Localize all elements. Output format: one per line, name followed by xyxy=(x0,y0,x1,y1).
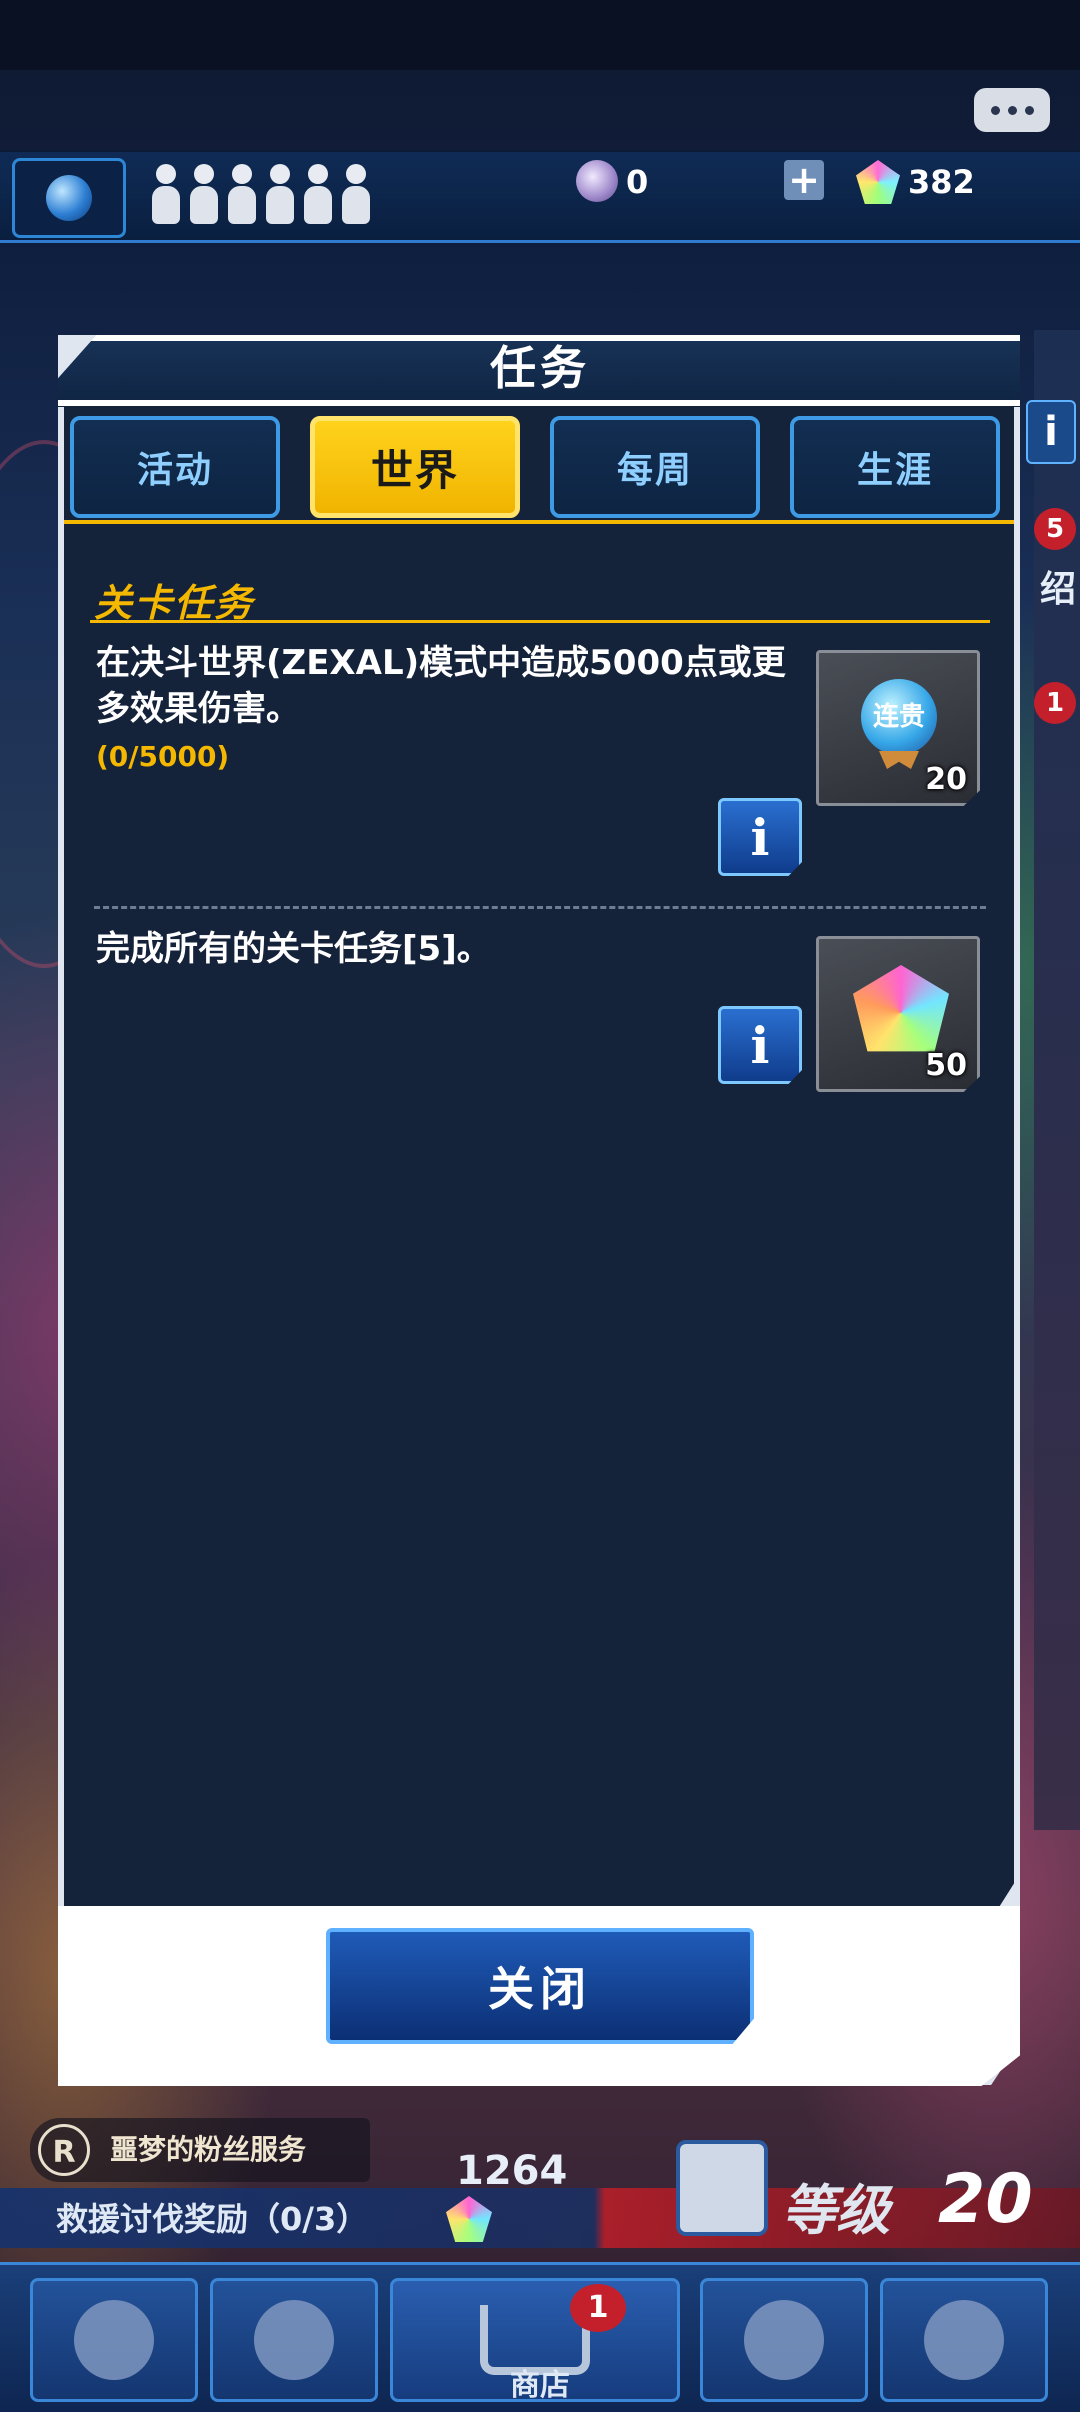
tab-career[interactable]: 生涯 xyxy=(790,416,1000,518)
nav-cards[interactable] xyxy=(700,2278,868,2402)
reward-count: 20 xyxy=(925,762,967,797)
mission-info-button[interactable]: i xyxy=(718,798,802,876)
orb-count: 0 xyxy=(626,163,649,201)
world-globe-button[interactable] xyxy=(12,158,126,238)
reward-slot[interactable]: 连贵 20 xyxy=(816,650,980,806)
nav-pvp[interactable] xyxy=(210,2278,378,2402)
scene-pillar xyxy=(1034,330,1080,1830)
chat-icon[interactable] xyxy=(974,88,1050,132)
gear-icon xyxy=(74,2300,154,2380)
level-value: 20 xyxy=(938,2160,1033,2239)
nav-guild[interactable] xyxy=(880,2278,1048,2402)
mission-separator xyxy=(94,906,986,909)
life-icon xyxy=(152,164,180,226)
life-icon xyxy=(342,164,370,226)
life-icon xyxy=(190,164,218,226)
shop-badge: 1 xyxy=(570,2284,626,2332)
dialog-divider xyxy=(58,400,1020,406)
gem-icon xyxy=(853,965,949,1052)
add-gems-button[interactable]: + xyxy=(784,160,824,200)
nav-duel[interactable] xyxy=(30,2278,198,2402)
mission-tabs: 活动 世界 每周 生涯 xyxy=(70,412,1010,522)
orb-icon xyxy=(576,160,618,202)
rescue-reward-text[interactable]: 救援讨伐奖励（0/3） xyxy=(56,2194,368,2244)
life-icon xyxy=(228,164,256,226)
mission-info-button[interactable]: i xyxy=(718,1006,802,1084)
mission-description: 完成所有的关卡任务[5]。 xyxy=(96,929,491,969)
mission-description: 在决斗世界(ZEXAL)模式中造成5000点或更多效果伤害。 xyxy=(96,643,786,729)
ticket-icon: 连贵 xyxy=(861,679,937,755)
ribbon-icon xyxy=(879,751,919,769)
dialog-body xyxy=(64,406,1014,1906)
notification-badge: 5 xyxy=(1034,508,1076,550)
notification-badge: 1 xyxy=(1034,682,1076,724)
tab-weekly[interactable]: 每周 xyxy=(550,416,760,518)
tab-world[interactable]: 世界 xyxy=(310,416,520,518)
reward-slot[interactable]: 50 xyxy=(816,936,980,1092)
shop-label: 商店 xyxy=(510,2368,570,2403)
globe-icon xyxy=(46,175,92,221)
app-root: 0 + 382 i 5 绍 1 任务 活动 世界 每周 生涯 关卡任务 在决斗世… xyxy=(0,0,1080,2412)
close-button[interactable]: 关闭 xyxy=(326,1928,754,2044)
cards-icon xyxy=(744,2300,824,2380)
score-value: 1264 xyxy=(456,2148,568,2194)
status-bar xyxy=(0,0,1080,70)
top-subbar xyxy=(0,70,1080,150)
promo-logo: R xyxy=(38,2124,90,2176)
dialog-title: 任务 xyxy=(490,341,590,395)
life-icon xyxy=(266,164,294,226)
level-label: 等级 xyxy=(782,2179,890,2242)
section-title: 关卡任务 xyxy=(94,581,255,625)
tabs-underline xyxy=(64,520,1014,524)
life-icon xyxy=(304,164,332,226)
gem-count: 382 xyxy=(908,163,975,201)
deck-icon[interactable] xyxy=(676,2140,768,2236)
swords-icon xyxy=(254,2300,334,2380)
mission-progress: (0/5000) xyxy=(96,740,230,773)
reward-count: 50 xyxy=(925,1048,967,1083)
side-label: 绍 xyxy=(1039,569,1076,610)
tab-event[interactable]: 活动 xyxy=(70,416,280,518)
life-points-row xyxy=(152,164,370,226)
side-info-button[interactable]: i xyxy=(1026,400,1076,464)
section-underline xyxy=(90,620,990,623)
emblem-icon xyxy=(924,2300,1004,2380)
